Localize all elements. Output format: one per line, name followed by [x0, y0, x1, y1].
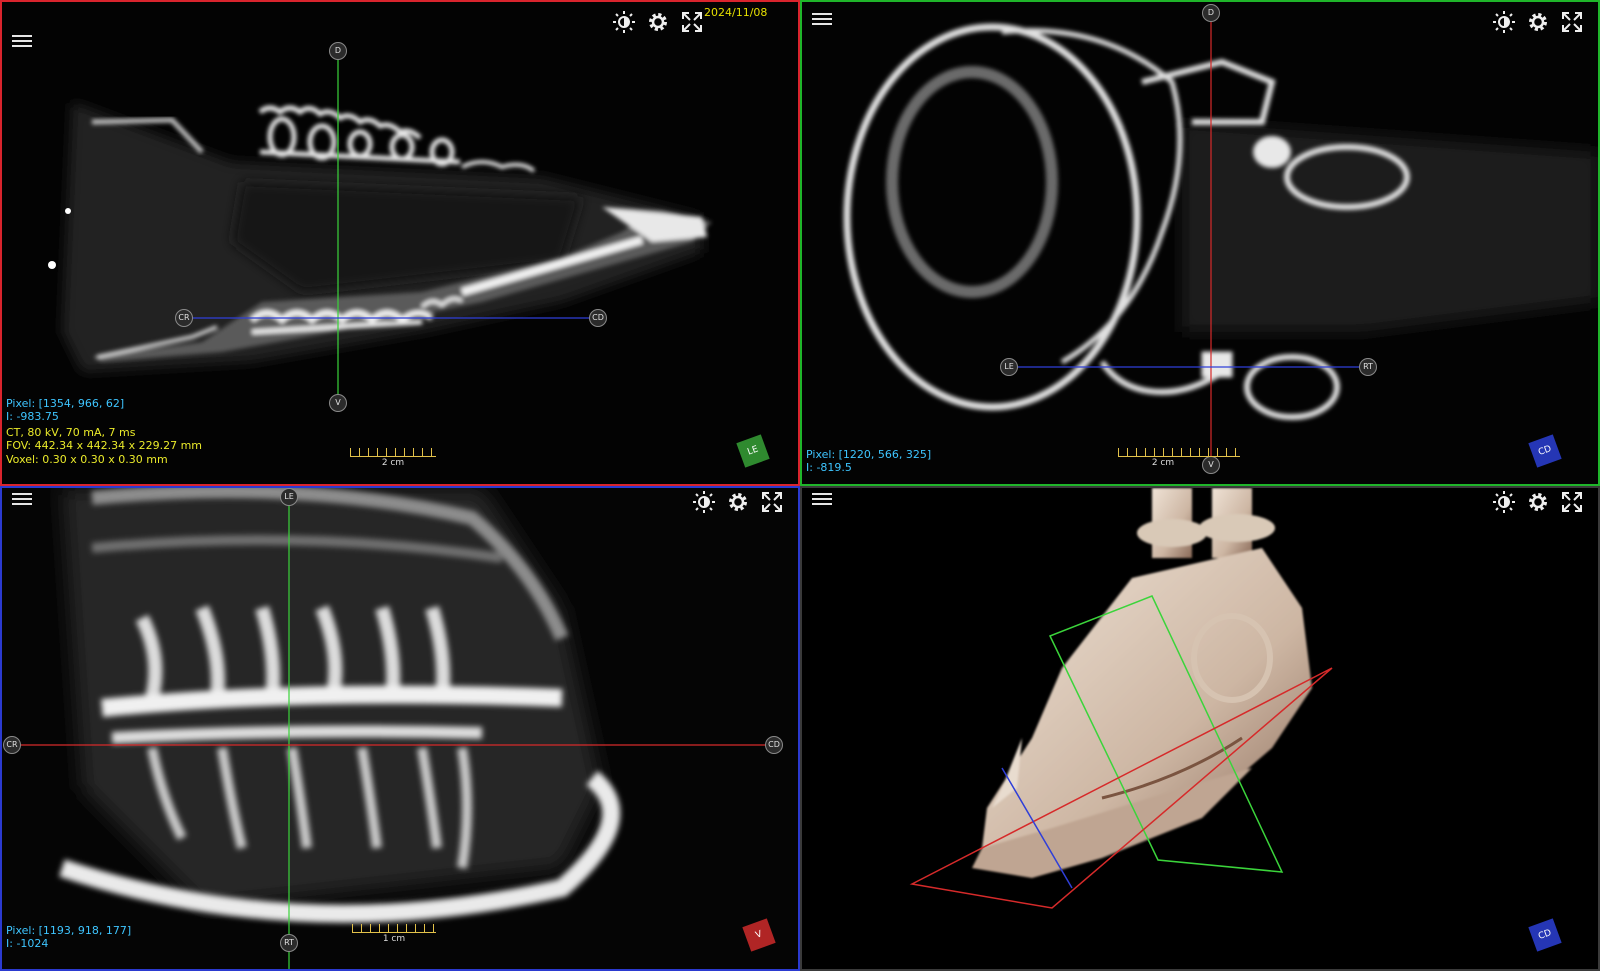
marker-left[interactable]: LE: [280, 488, 298, 506]
ct-slice-image[interactable]: [2, 2, 798, 484]
scale-label: 2 cm: [381, 458, 405, 468]
scale-bar: [352, 920, 436, 933]
marker-right[interactable]: RT: [280, 934, 298, 952]
pixel-readout: Pixel: [1354, 966, 62]: [6, 397, 125, 410]
menu-icon[interactable]: [812, 490, 832, 510]
marker-cranial[interactable]: CR: [3, 736, 21, 754]
ct-slice-image[interactable]: [802, 2, 1598, 484]
marker-left[interactable]: LE: [1000, 358, 1018, 376]
fullscreen-icon[interactable]: [1560, 490, 1584, 514]
scale-bar: [350, 444, 436, 457]
marker-right[interactable]: RT: [1359, 358, 1377, 376]
cube-label: CD: [1537, 444, 1553, 458]
study-date: 2024/11/08: [704, 6, 768, 19]
brightness-icon[interactable]: [612, 10, 636, 34]
marker-caudal[interactable]: CD: [765, 736, 783, 754]
marker-cranial[interactable]: CR: [175, 309, 193, 327]
volume-render-3d[interactable]: [802, 488, 1598, 969]
marker-dorsal[interactable]: D: [1202, 4, 1220, 22]
toolbar: [1492, 10, 1584, 34]
fullscreen-icon[interactable]: [1560, 10, 1584, 34]
pixel-readout: Pixel: [1193, 918, 177]: [6, 924, 132, 937]
intensity-readout: I: -983.75: [6, 410, 59, 423]
fullscreen-icon[interactable]: [760, 490, 784, 514]
viewport-top-left[interactable]: 2024/11/08 D V CR CD Pixel: [1354, 966, …: [0, 0, 800, 486]
voxel-info: Voxel: 0.30 x 0.30 x 0.30 mm: [6, 453, 168, 466]
brightness-icon[interactable]: [692, 490, 716, 514]
intensity-readout: I: -819.5: [806, 461, 852, 474]
fullscreen-icon[interactable]: [680, 10, 704, 34]
viewport-bottom-right[interactable]: CD: [800, 486, 1600, 971]
toolbar: [612, 10, 704, 34]
brightness-icon[interactable]: [1492, 10, 1516, 34]
marker-ventral[interactable]: V: [329, 394, 347, 412]
settings-gear-icon[interactable]: [1526, 10, 1550, 34]
toolbar: [692, 490, 784, 514]
fov-info: FOV: 442.34 x 442.34 x 229.27 mm: [6, 439, 203, 452]
brightness-icon[interactable]: [1492, 490, 1516, 514]
cube-label: V: [754, 929, 764, 941]
pixel-readout: Pixel: [1220, 566, 325]: [806, 448, 932, 461]
settings-gear-icon[interactable]: [1526, 490, 1550, 514]
scale-label: 1 cm: [382, 934, 406, 944]
cube-label: LE: [746, 444, 760, 458]
scale-label: 2 cm: [1151, 458, 1175, 468]
intensity-readout: I: -1024: [6, 937, 49, 950]
viewport-bottom-left[interactable]: LE RT CR CD Pixel: [1193, 918, 177] I: -…: [0, 486, 800, 971]
viewport-top-right[interactable]: D V LE RT Pixel: [1220, 566, 325] I: -81…: [800, 0, 1600, 486]
ct-slice-image[interactable]: [2, 488, 798, 969]
menu-icon[interactable]: [12, 32, 32, 52]
settings-gear-icon[interactable]: [726, 490, 750, 514]
marker-caudal[interactable]: CD: [589, 309, 607, 327]
menu-icon[interactable]: [12, 490, 32, 510]
acquisition-info: CT, 80 kV, 70 mA, 7 ms: [6, 426, 136, 439]
marker-dorsal[interactable]: D: [329, 42, 347, 60]
cube-label: CD: [1537, 928, 1553, 942]
settings-gear-icon[interactable]: [646, 10, 670, 34]
toolbar: [1492, 490, 1584, 514]
scale-bar: [1118, 444, 1240, 457]
menu-icon[interactable]: [812, 10, 832, 30]
